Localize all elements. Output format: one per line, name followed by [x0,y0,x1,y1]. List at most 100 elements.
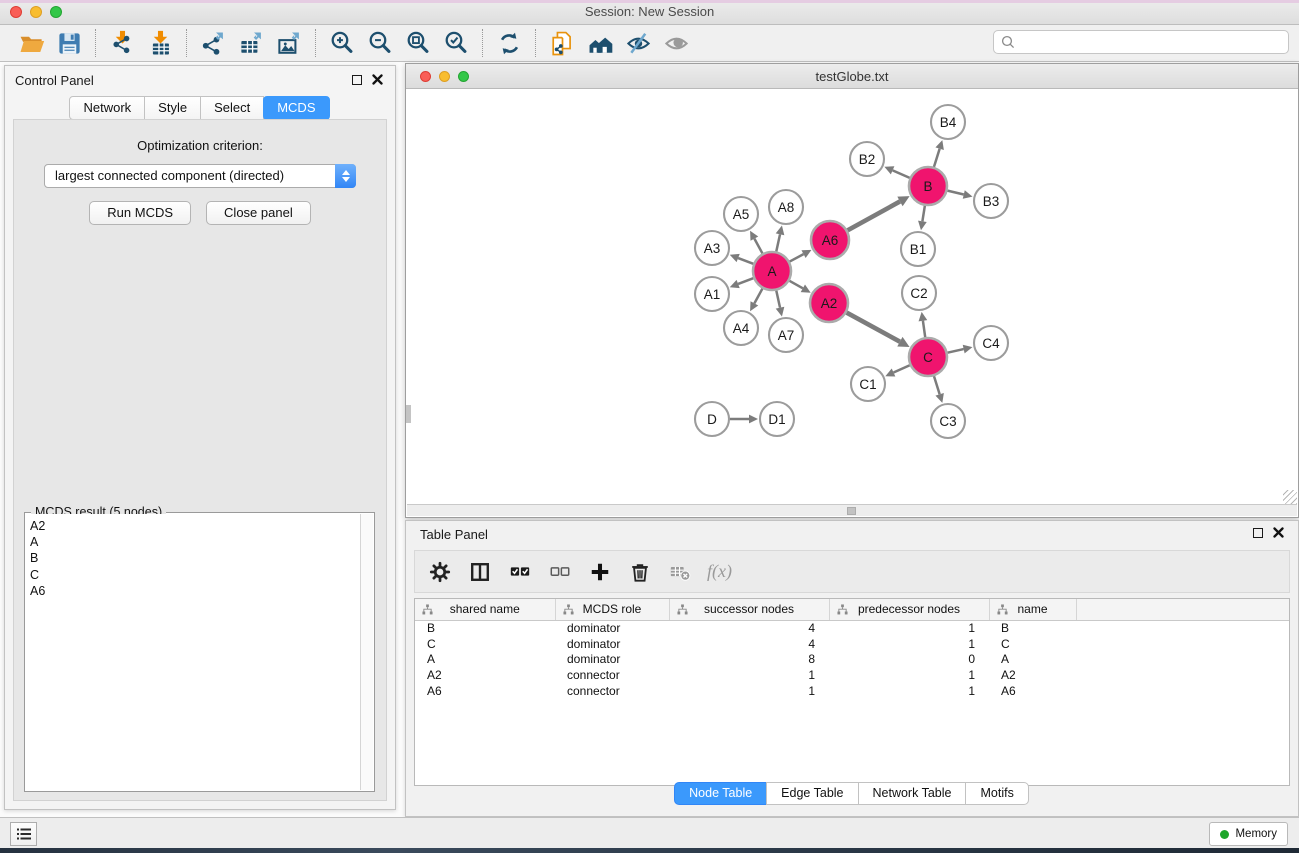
edge-B-B3[interactable] [947,191,963,195]
cell-MCDS-role[interactable]: connector [555,683,669,699]
show-all-icon[interactable] [657,27,695,59]
result-item[interactable]: C [30,567,360,583]
tab-select[interactable]: Select [200,96,264,120]
result-item[interactable]: B [30,550,360,566]
search-input[interactable] [993,30,1289,54]
cell-shared-name[interactable]: A2 [415,667,555,683]
network-window-titlebar[interactable]: testGlobe.txt [406,64,1298,89]
edge-A-A8[interactable] [776,234,780,251]
first-neighbors-icon[interactable] [581,27,619,59]
edge-A2-C[interactable] [847,313,900,342]
edge-A-A3[interactable] [738,258,753,264]
cell-successor-nodes[interactable]: 1 [669,683,829,699]
cell-shared-name[interactable]: A6 [415,683,555,699]
edge-C-C3[interactable] [934,376,940,394]
run-mcds-button[interactable]: Run MCDS [89,201,191,225]
table-row[interactable]: A6connector11A6 [415,683,1289,699]
edge-A-A1[interactable] [738,278,753,284]
add-column-icon[interactable] [587,559,613,585]
cell-MCDS-role[interactable]: dominator [555,636,669,652]
tab-motifs[interactable]: Motifs [965,782,1028,805]
network-resize-grip[interactable] [1283,490,1297,504]
select-all-icon[interactable] [507,559,533,585]
hide-selected-icon[interactable] [619,27,657,59]
tab-network[interactable]: Network [69,96,145,120]
tab-node-table[interactable]: Node Table [674,782,767,805]
save-session-icon[interactable] [50,27,88,59]
cell-name[interactable]: C [989,636,1076,652]
cell-successor-nodes[interactable]: 8 [669,652,829,668]
float-panel-icon[interactable] [352,75,362,85]
edge-A-A5[interactable] [754,239,762,254]
cell-shared-name[interactable]: A [415,652,555,668]
cell-predecessor-nodes[interactable]: 1 [829,683,989,699]
new-network-from-selection-icon[interactable] [543,27,581,59]
delete-table-icon[interactable] [667,559,693,585]
cell-MCDS-role[interactable]: connector [555,667,669,683]
network-hscroll-thumb[interactable] [847,507,856,515]
column-header-name[interactable]: name [989,599,1076,620]
edge-B-B1[interactable] [922,206,924,222]
edge-A-A2[interactable] [789,281,802,289]
close-table-panel-icon[interactable] [1273,527,1284,538]
edge-B-B2[interactable] [893,170,910,178]
edge-B-B4[interactable] [934,149,940,167]
cell-predecessor-nodes[interactable]: 1 [829,636,989,652]
zoom-fit-icon[interactable] [399,27,437,59]
cell-predecessor-nodes[interactable]: 1 [829,620,989,636]
tab-edge-table[interactable]: Edge Table [766,782,858,805]
tab-network-table[interactable]: Network Table [858,782,967,805]
edge-A-A7[interactable] [776,291,780,308]
result-list-scrollbar[interactable] [360,514,373,790]
cell-name[interactable]: A2 [989,667,1076,683]
function-builder-icon[interactable]: f(x) [707,561,732,582]
tab-mcds[interactable]: MCDS [263,96,329,120]
delete-columns-icon[interactable] [627,559,653,585]
table-row[interactable]: Bdominator41B [415,620,1289,636]
zoom-in-icon[interactable] [323,27,361,59]
task-history-button[interactable] [10,822,37,846]
edge-C-C2[interactable] [923,321,925,337]
cell-successor-nodes[interactable]: 1 [669,667,829,683]
close-panel-button[interactable]: Close panel [206,201,311,225]
tab-style[interactable]: Style [144,96,201,120]
network-vscroll-thumb[interactable] [406,405,411,423]
export-table-icon[interactable] [232,27,270,59]
refresh-icon[interactable] [490,27,528,59]
cell-successor-nodes[interactable]: 4 [669,636,829,652]
column-header-predecessor-nodes[interactable]: predecessor nodes [829,599,989,620]
float-table-panel-icon[interactable] [1253,528,1263,538]
deselect-all-icon[interactable] [547,559,573,585]
cell-name[interactable]: A6 [989,683,1076,699]
edge-A-A6[interactable] [790,254,804,261]
edge-C-C4[interactable] [948,349,964,353]
cell-MCDS-role[interactable]: dominator [555,652,669,668]
cell-successor-nodes[interactable]: 4 [669,620,829,636]
edge-A-A4[interactable] [754,289,762,304]
edge-C-C1[interactable] [894,365,910,372]
result-item[interactable]: A6 [30,583,360,599]
zoom-selected-icon[interactable] [437,27,475,59]
column-header-shared-name[interactable]: shared name [415,599,555,620]
table-row[interactable]: A2connector11A2 [415,667,1289,683]
cell-predecessor-nodes[interactable]: 0 [829,652,989,668]
cell-MCDS-role[interactable]: dominator [555,620,669,636]
export-image-icon[interactable] [270,27,308,59]
result-item[interactable]: A [30,534,360,550]
edge-A6-B[interactable] [848,201,900,230]
close-panel-icon[interactable] [372,74,383,85]
import-network-icon[interactable] [103,27,141,59]
export-network-icon[interactable] [194,27,232,59]
network-hscroll[interactable] [407,504,1297,516]
criterion-dropdown[interactable]: largest connected component (directed) [44,164,356,188]
network-canvas[interactable]: B4B2BB3A8A5A6A3B1AA1C2A2A4A7C4CC1DD1C3 [407,90,1297,506]
column-header-successor-nodes[interactable]: successor nodes [669,599,829,620]
open-session-icon[interactable] [12,27,50,59]
table-row[interactable]: Cdominator41C [415,636,1289,652]
show-columns-icon[interactable] [467,559,493,585]
memory-button[interactable]: Memory [1209,822,1288,846]
table-row[interactable]: Adominator80A [415,652,1289,668]
zoom-out-icon[interactable] [361,27,399,59]
cell-shared-name[interactable]: C [415,636,555,652]
cell-shared-name[interactable]: B [415,620,555,636]
